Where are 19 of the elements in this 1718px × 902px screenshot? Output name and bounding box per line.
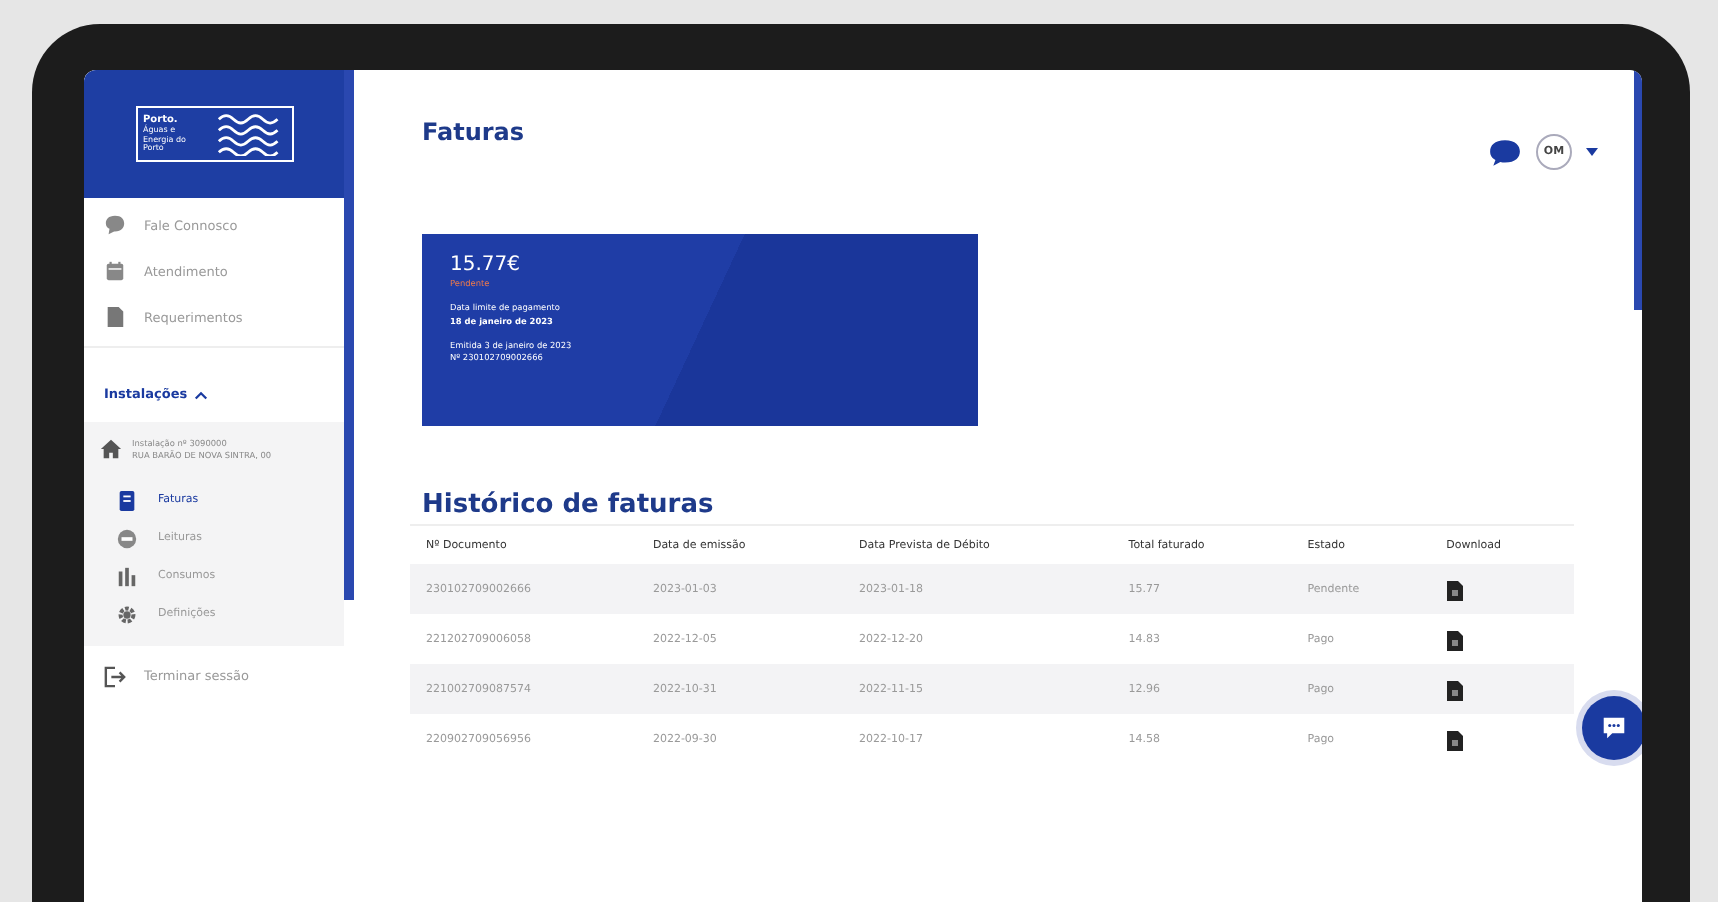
house-icon [100, 438, 122, 461]
caret-icon[interactable] [1586, 148, 1598, 156]
chat-button[interactable] [1582, 696, 1642, 760]
bar-chart-icon [116, 565, 138, 588]
file-download-icon[interactable] [1446, 679, 1465, 701]
file-download-icon[interactable] [1446, 629, 1465, 651]
section-title: Histórico de faturas [422, 490, 716, 520]
document-icon [104, 306, 126, 328]
chat-icon [1600, 716, 1628, 740]
file-download-icon[interactable] [1446, 579, 1465, 601]
file-download-icon[interactable] [1446, 729, 1465, 751]
chat-bubble-icon [104, 214, 126, 236]
logout-icon [104, 665, 126, 688]
gear-icon [116, 603, 138, 626]
chat-bubble-icon[interactable] [1488, 137, 1522, 167]
invoice-amount: 15.77€ [450, 254, 522, 278]
calendar-icon [104, 260, 126, 282]
document-icon [116, 489, 138, 512]
page-title: Faturas [422, 118, 525, 146]
